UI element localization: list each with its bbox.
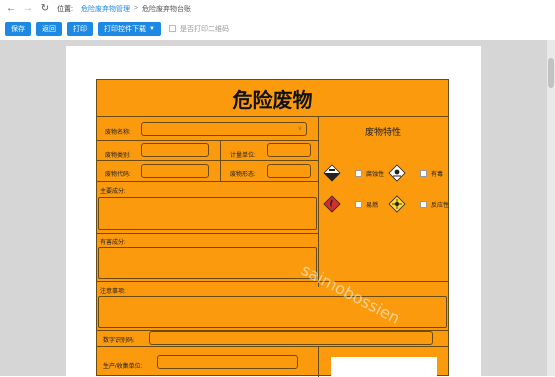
- hazard-label: 危险废物 废物名称: ∨ 废物类别: 计量单位: 废物代码: 废物形态: 主要成…: [96, 79, 449, 377]
- refresh-icon[interactable]: ↻: [39, 3, 51, 15]
- flammable-checkbox[interactable]: [355, 200, 362, 208]
- toxic-checkbox[interactable]: [420, 169, 427, 177]
- corrosive-diamond-icon: [323, 164, 341, 182]
- toolbar: 保存 返回 打印 打印控件下载 ▼ 是否打印二维码: [0, 19, 555, 38]
- precautions-label: 注意事项:: [100, 289, 126, 295]
- waste-category-label: 废物类别:: [105, 153, 131, 159]
- main-components-label: 主要成分:: [100, 189, 126, 195]
- main-components-field[interactable]: [98, 197, 317, 230]
- trait-row: 易燃 反应性: [323, 194, 453, 214]
- divider: [97, 346, 448, 347]
- plugin-download-label: 打印控件下载: [104, 25, 146, 33]
- producer-field[interactable]: [157, 355, 298, 369]
- divider: [97, 140, 319, 141]
- forward-arrow-icon[interactable]: →: [22, 3, 34, 15]
- divider: [97, 181, 319, 182]
- harmful-components-label: 有害成分:: [100, 240, 126, 246]
- waste-form-label: 废物形态:: [230, 172, 256, 178]
- save-button[interactable]: 保存: [5, 21, 31, 36]
- print-qr-option[interactable]: 是否打印二维码: [168, 24, 229, 34]
- back-button[interactable]: 返回: [36, 21, 62, 36]
- digital-code-label: 数字识别码:: [103, 338, 135, 344]
- digital-code-field[interactable]: [149, 331, 433, 345]
- flammable-diamond-icon: [323, 195, 341, 213]
- reactive-diamond-icon: [388, 195, 406, 213]
- waste-form-field[interactable]: [267, 164, 311, 178]
- trait-label: 有毒: [431, 171, 444, 178]
- divider: [97, 281, 448, 282]
- waste-code-field[interactable]: [141, 164, 209, 178]
- print-qr-label: 是否打印二维码: [179, 25, 229, 33]
- waste-name-label: 废物名称:: [105, 130, 131, 136]
- toxic-skull-diamond-icon: [388, 164, 406, 182]
- breadcrumb-current: 危险废弃物台账: [142, 5, 192, 13]
- chevron-down-icon: ▼: [149, 25, 155, 32]
- waste-name-select[interactable]: ∨: [141, 122, 307, 136]
- harmful-components-field[interactable]: [98, 247, 317, 279]
- reactive-checkbox[interactable]: [420, 200, 427, 208]
- label-title: 危险废物: [97, 80, 448, 117]
- divider: [318, 346, 319, 377]
- unit-field[interactable]: [267, 143, 311, 157]
- corrosive-checkbox[interactable]: [355, 169, 362, 177]
- chevron-down-icon: ∨: [297, 126, 302, 132]
- breadcrumb-link[interactable]: 危险废弃物管理: [81, 4, 130, 14]
- trait-label: 反应性: [431, 202, 450, 209]
- trait-label: 易燃: [366, 202, 379, 209]
- top-nav: ← → ↻ 位置: 危险废弃物管理 > 危险废弃物台账: [0, 0, 555, 17]
- scrollbar-thumb[interactable]: [548, 58, 554, 88]
- divider: [97, 233, 319, 234]
- divider: [97, 160, 319, 161]
- back-arrow-icon[interactable]: ←: [5, 3, 17, 15]
- location-label: 位置:: [57, 5, 73, 13]
- print-button[interactable]: 打印: [67, 21, 93, 36]
- trait-row: 腐蚀性 有毒: [323, 163, 453, 183]
- traits-title: 废物特性: [364, 127, 401, 137]
- scrollbar[interactable]: [547, 40, 555, 376]
- qr-code-area: [331, 357, 437, 377]
- waste-category-field[interactable]: [141, 143, 209, 157]
- divider: [318, 117, 319, 287]
- producer-label: 生产/收集单位:: [103, 364, 143, 370]
- plugin-download-button[interactable]: 打印控件下载 ▼: [98, 21, 161, 36]
- breadcrumb-separator: >: [133, 5, 139, 12]
- waste-code-label: 废物代码:: [105, 172, 131, 178]
- trait-label: 腐蚀性: [366, 171, 385, 178]
- unit-label: 计量单位:: [230, 153, 256, 159]
- print-qr-checkbox[interactable]: [168, 25, 176, 32]
